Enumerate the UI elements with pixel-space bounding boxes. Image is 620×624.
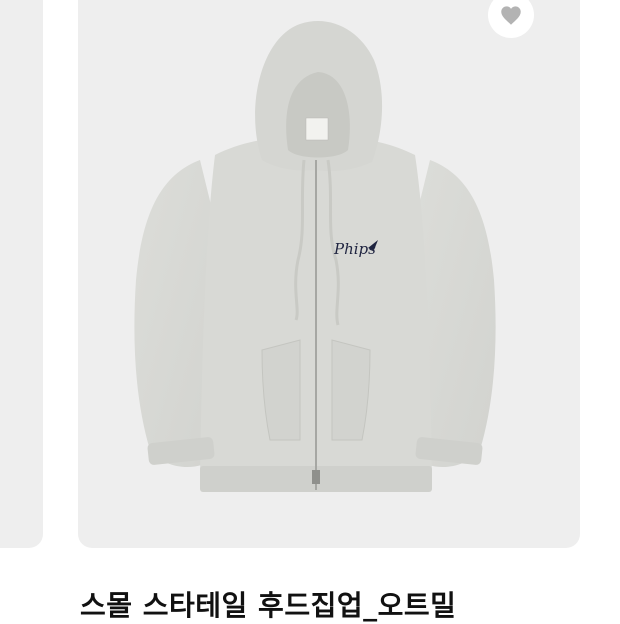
chest-logo: Phips [333, 240, 376, 258]
product-name: 스몰 스타테일 후드집업_오트밀 [80, 589, 457, 622]
product-image-hoodie: Phips [134, 21, 496, 492]
heart-icon [501, 6, 521, 25]
